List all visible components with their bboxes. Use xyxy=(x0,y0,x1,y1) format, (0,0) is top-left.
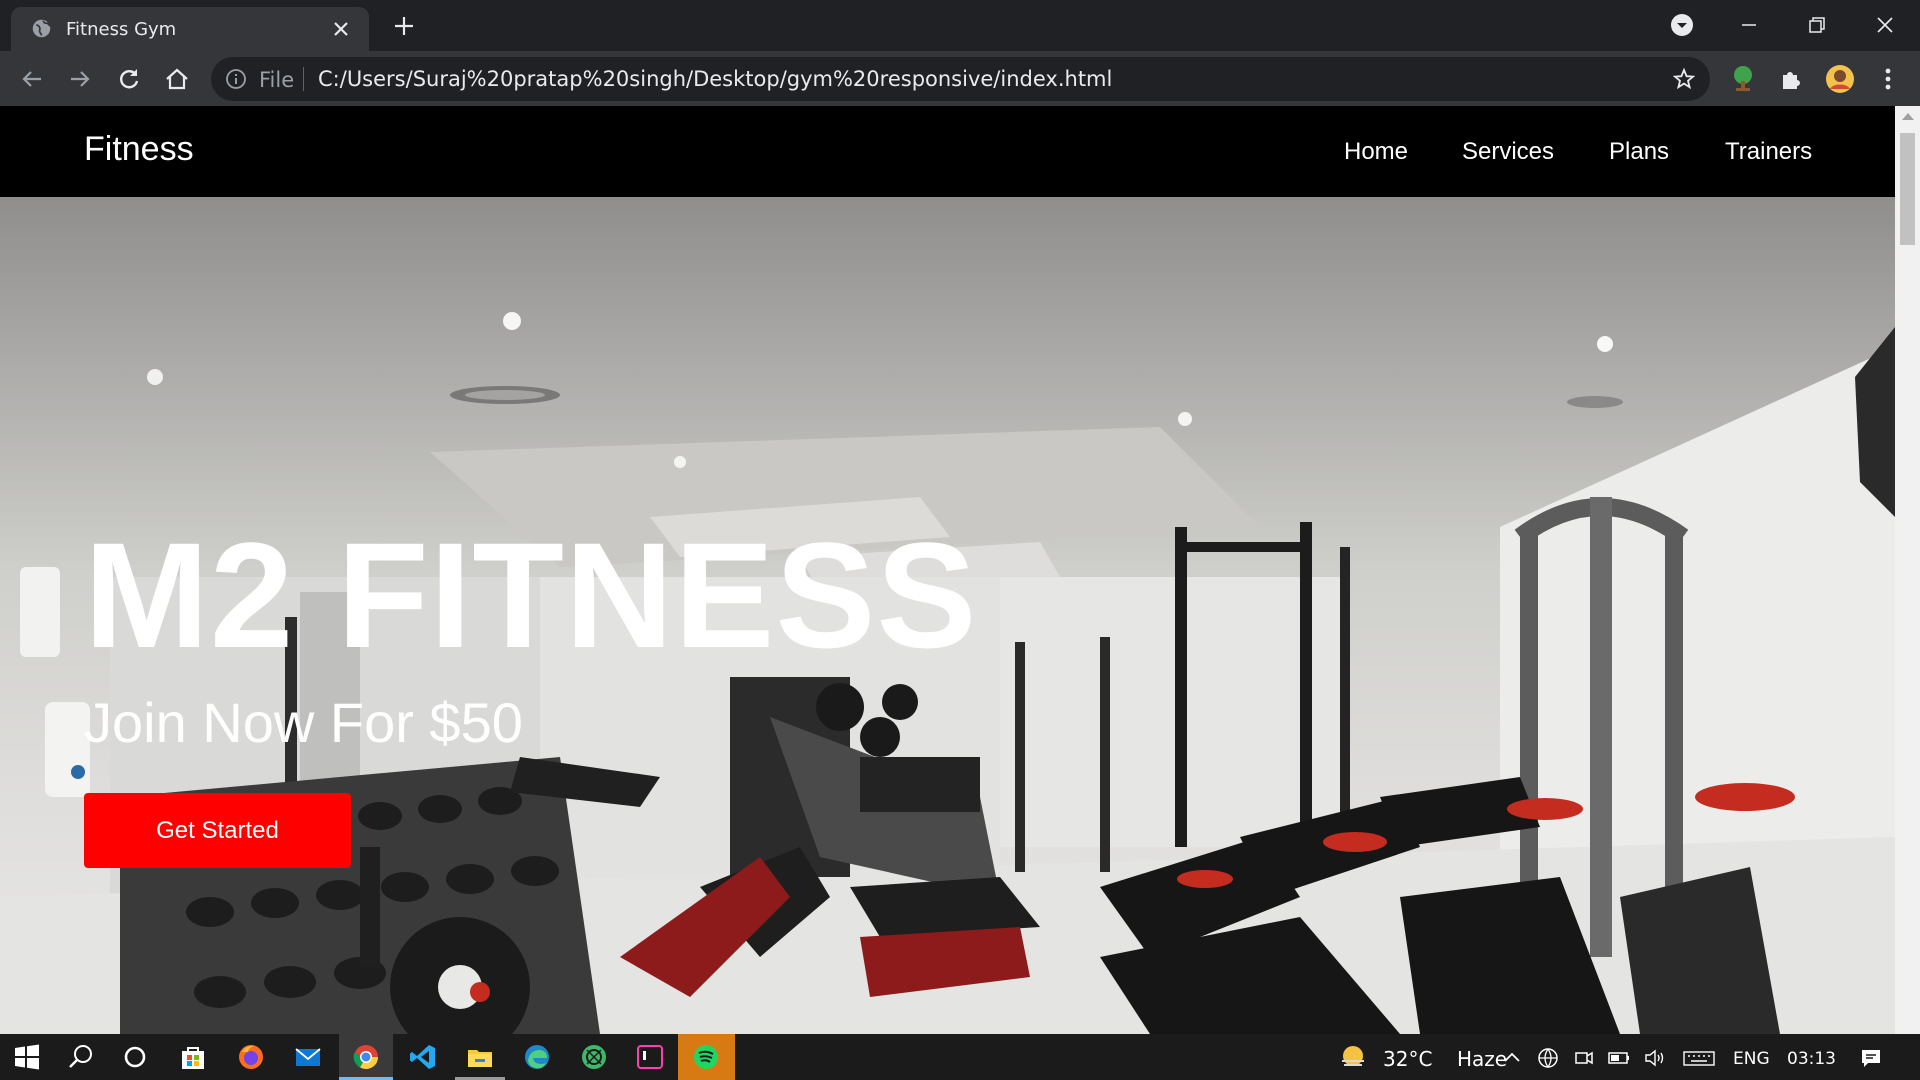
scroll-up-arrow-icon[interactable] xyxy=(1902,113,1914,120)
nav-home[interactable]: Home xyxy=(1344,138,1408,166)
browser-toolbar: File C:/Users/Suraj%20pratap%20singh/Des… xyxy=(0,51,1920,106)
nav-plans[interactable]: Plans xyxy=(1609,138,1669,166)
scroll-thumb[interactable] xyxy=(1900,133,1915,245)
edge-icon[interactable] xyxy=(522,1042,552,1072)
new-tab-icon[interactable] xyxy=(392,14,416,38)
keyboard-icon[interactable] xyxy=(1683,1046,1715,1070)
hero-subtitle: Join Now For $50 xyxy=(84,691,523,754)
forward-icon[interactable] xyxy=(65,64,95,94)
clock-time[interactable]: 03:13 xyxy=(1787,1049,1836,1069)
notifications-icon[interactable] xyxy=(1859,1046,1883,1070)
nav-services[interactable]: Services xyxy=(1462,138,1554,166)
tab-search-icon[interactable] xyxy=(1667,10,1697,40)
back-icon[interactable] xyxy=(17,64,47,94)
url-text[interactable]: C:/Users/Suraj%20pratap%20singh/Desktop/… xyxy=(318,67,1112,91)
page-scrollbar[interactable] xyxy=(1895,106,1920,1034)
menu-kebab-icon[interactable] xyxy=(1873,64,1903,94)
search-icon[interactable] xyxy=(66,1042,96,1072)
globe-icon xyxy=(32,19,51,38)
terminal-icon[interactable] xyxy=(635,1042,665,1072)
file-scheme-label: File xyxy=(259,68,295,92)
bookmark-star-icon[interactable] xyxy=(1672,67,1696,91)
file-explorer-icon[interactable] xyxy=(465,1042,495,1072)
mail-icon[interactable] xyxy=(293,1042,323,1072)
minimize-icon[interactable] xyxy=(1734,10,1764,40)
site-brand[interactable]: Fitness xyxy=(84,130,194,169)
meet-now-icon[interactable] xyxy=(1572,1046,1596,1070)
windows-start-icon[interactable] xyxy=(12,1042,42,1072)
nav-trainers[interactable]: Trainers xyxy=(1725,138,1812,166)
browser-tab-strip: Fitness Gym xyxy=(0,0,1920,51)
chevron-up-icon[interactable] xyxy=(1500,1046,1524,1070)
cyberghost-icon[interactable] xyxy=(579,1042,609,1072)
windows-taskbar: 32°C Haze ENG 03:13 xyxy=(0,1034,1920,1080)
network-globe-icon[interactable] xyxy=(1536,1046,1560,1070)
address-separator xyxy=(303,67,304,91)
firefox-icon[interactable] xyxy=(236,1042,266,1072)
weather-temperature[interactable]: 32°C xyxy=(1383,1047,1432,1071)
reload-icon[interactable] xyxy=(114,64,144,94)
info-icon[interactable] xyxy=(225,68,247,90)
extensions-puzzle-icon[interactable] xyxy=(1777,64,1807,94)
close-tab-icon[interactable] xyxy=(331,19,351,39)
restore-icon[interactable] xyxy=(1802,10,1832,40)
hero-title: M2 FITNESS xyxy=(84,511,978,679)
input-language[interactable]: ENG xyxy=(1733,1049,1770,1069)
address-bar[interactable]: File C:/Users/Suraj%20pratap%20singh/Des… xyxy=(211,57,1710,101)
tab-title: Fitness Gym xyxy=(66,19,177,40)
hero-section: M2 FITNESS Join Now For $50 Get Started xyxy=(0,197,1895,1034)
home-icon[interactable] xyxy=(162,64,192,94)
browser-tab[interactable]: Fitness Gym xyxy=(11,7,369,51)
weather-haze-icon[interactable] xyxy=(1338,1042,1368,1072)
volume-icon[interactable] xyxy=(1643,1046,1667,1070)
get-started-button[interactable]: Get Started xyxy=(84,793,351,868)
chrome-icon[interactable] xyxy=(351,1042,381,1072)
cortana-icon[interactable] xyxy=(120,1042,150,1072)
web-page: Fitness Home Services Plans Trainers M2 … xyxy=(0,106,1895,1034)
vscode-icon[interactable] xyxy=(408,1042,438,1072)
store-icon[interactable] xyxy=(178,1042,208,1072)
site-navbar: Fitness Home Services Plans Trainers xyxy=(0,106,1895,197)
close-window-icon[interactable] xyxy=(1870,10,1900,40)
battery-icon[interactable] xyxy=(1607,1046,1631,1070)
spotify-icon[interactable] xyxy=(691,1042,721,1072)
tree-extension-icon[interactable] xyxy=(1728,64,1758,94)
profile-avatar-icon[interactable] xyxy=(1825,64,1855,94)
